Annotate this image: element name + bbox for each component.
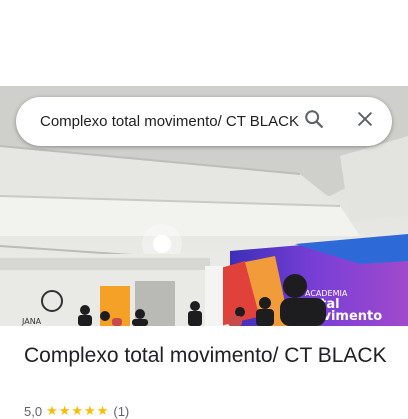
search-button[interactable] (298, 105, 330, 137)
place-title: Complexo total movimento/ CT BLACK (24, 344, 387, 367)
close-button[interactable] (349, 105, 381, 137)
review-count: (1) (113, 403, 130, 419)
star-rating-icon: ★★★★★ (46, 403, 110, 418)
place-card: Complexo total movimento/ CT BLACK 5,0 ★… (0, 326, 408, 419)
search-icon (303, 108, 325, 135)
left-sign-text: JANA (21, 317, 42, 326)
search-bar[interactable]: Complexo total movimento/ CT BLACK (16, 97, 392, 146)
search-input[interactable]: Complexo total movimento/ CT BLACK (40, 97, 304, 146)
rating-row[interactable]: 5,0 ★★★★★ (1) (24, 403, 130, 419)
rating-value: 5,0 (24, 403, 43, 419)
close-icon (355, 109, 375, 134)
